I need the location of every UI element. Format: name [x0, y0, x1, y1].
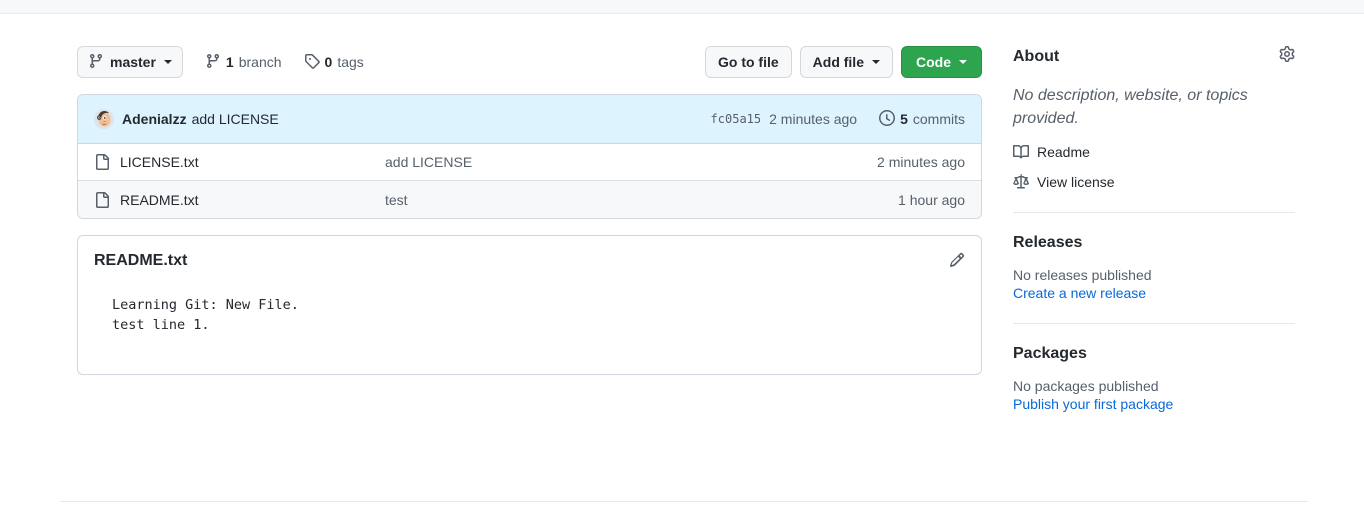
create-release-link[interactable]: Create a new release	[1013, 285, 1295, 301]
branches-count-label: branch	[238, 54, 282, 70]
commits-count-value: 5	[900, 111, 908, 127]
file-icon	[94, 154, 110, 170]
go-to-file-button[interactable]: Go to file	[704, 46, 792, 78]
divider	[1013, 212, 1295, 214]
file-commit-message[interactable]: test	[385, 192, 898, 208]
commits-count-link[interactable]: 5 commits	[879, 109, 965, 129]
history-clock-icon	[879, 109, 896, 129]
footer-divider	[60, 501, 1308, 502]
branch-selector-label: master	[110, 54, 156, 70]
about-description: No description, website, or topics provi…	[1013, 87, 1248, 128]
file-commit-message[interactable]: add LICENSE	[385, 154, 877, 170]
publish-package-link[interactable]: Publish your first package	[1013, 396, 1295, 412]
tags-count-value: 0	[324, 54, 333, 70]
commit-time: 2 minutes ago	[769, 111, 858, 127]
add-file-label: Add file	[812, 54, 864, 70]
add-file-button[interactable]: Add file	[799, 46, 893, 78]
about-header: About	[1013, 46, 1295, 67]
branch-icon	[88, 53, 104, 71]
file-name[interactable]: README.txt	[120, 192, 385, 208]
view-license-link[interactable]: View license	[1013, 174, 1295, 190]
law-icon	[1013, 174, 1029, 190]
commit-message[interactable]: add LICENSE	[192, 111, 279, 127]
releases-section: Releases No releases published Create a …	[1013, 234, 1295, 301]
repository-sidebar: About No description, website, or topics…	[1013, 46, 1295, 412]
repository-page: master 1 branch 0 tags Go to file Add fi…	[0, 14, 1364, 518]
about-title: About	[1013, 47, 1060, 65]
table-row[interactable]: README.txt test 1 hour ago	[78, 181, 981, 218]
readme-link[interactable]: Readme	[1013, 144, 1295, 160]
latest-commit-row: Adenialzz add LICENSE fc05a15 2 minutes …	[78, 95, 981, 144]
chevron-down-icon	[872, 60, 880, 64]
readme-link-label: Readme	[1037, 144, 1090, 161]
chevron-down-icon	[959, 60, 967, 64]
tags-count[interactable]: 0 tags	[304, 53, 364, 72]
file-commit-time: 1 hour ago	[898, 191, 965, 208]
packages-empty-text: No packages published	[1013, 378, 1159, 395]
top-bar	[0, 0, 1364, 14]
code-button[interactable]: Code	[901, 46, 982, 78]
packages-title: Packages	[1013, 345, 1087, 363]
branches-count-value: 1	[225, 54, 234, 70]
readme-header: README.txt	[94, 252, 965, 273]
commits-count-label: commits	[912, 111, 965, 127]
branch-icon	[205, 53, 221, 72]
readme-preview-card: README.txt Learning Git: New File. test …	[77, 235, 982, 375]
commit-author[interactable]: Adenialzz	[122, 111, 187, 127]
chevron-down-icon	[163, 60, 172, 64]
divider	[1013, 323, 1295, 325]
view-license-link-label: View license	[1037, 174, 1115, 191]
commit-meta: fc05a15 2 minutes ago 5 commits	[711, 109, 965, 129]
code-label: Code	[916, 54, 951, 70]
main-column: master 1 branch 0 tags Go to file Add fi…	[77, 46, 982, 375]
file-name[interactable]: LICENSE.txt	[120, 154, 385, 170]
pencil-icon[interactable]	[949, 252, 965, 273]
file-commit-time: 2 minutes ago	[877, 154, 965, 170]
repo-toolbar: master 1 branch 0 tags Go to file Add fi…	[77, 46, 982, 78]
releases-title: Releases	[1013, 234, 1083, 252]
book-icon	[1013, 144, 1030, 160]
go-to-file-label: Go to file	[717, 54, 779, 70]
tags-count-label: tags	[337, 54, 364, 70]
branches-count[interactable]: 1 branch	[205, 53, 282, 72]
branch-selector-button[interactable]: master	[77, 46, 183, 78]
file-listing-card: Adenialzz add LICENSE fc05a15 2 minutes …	[77, 94, 982, 219]
gear-icon[interactable]	[1279, 46, 1295, 67]
file-icon	[94, 191, 110, 208]
readme-content: Learning Git: New File. test line 1.	[112, 297, 299, 334]
table-row[interactable]: LICENSE.txt add LICENSE 2 minutes ago	[78, 144, 981, 181]
commit-sha[interactable]: fc05a15	[711, 112, 762, 126]
releases-empty-text: No releases published	[1013, 267, 1152, 284]
readme-title: README.txt	[94, 252, 188, 269]
tag-icon	[304, 53, 320, 72]
packages-section: Packages No packages published Publish y…	[1013, 345, 1295, 412]
avatar[interactable]	[94, 109, 114, 129]
